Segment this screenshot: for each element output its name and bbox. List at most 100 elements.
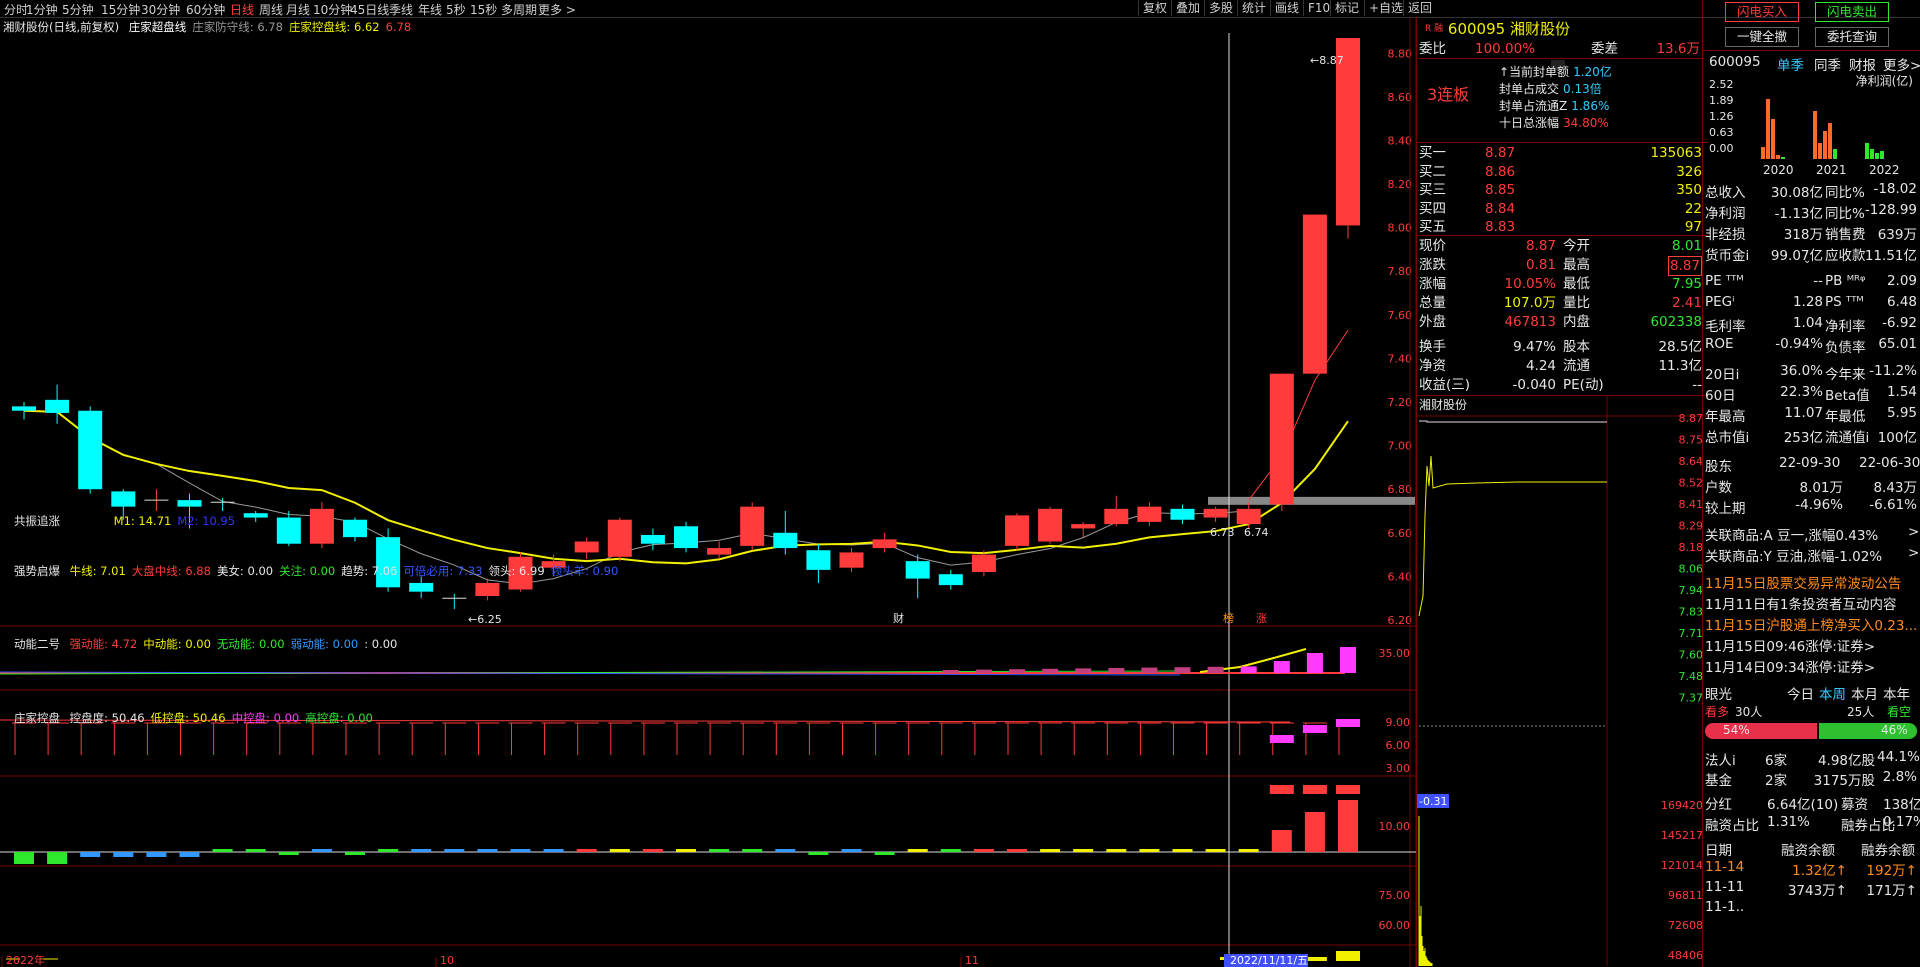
candle-body[interactable] [12,406,36,411]
period-tab-4[interactable]: 30分钟 [141,1,180,18]
toolbar-button-0[interactable]: 复权 [1138,0,1171,16]
kline-chart-svg[interactable]: 8.80 8.60 8.40 8.20 8.00 7.80 7.60 7.40 7.20 7.00… [0,17,1416,967]
finance-marker[interactable]: 财 [893,611,904,625]
news-item[interactable]: 11月11日有1条投资者互动内容 [1705,593,1896,613]
news-item[interactable]: 11月14日09:34涨停:证券> [1705,656,1875,676]
period-tab-12[interactable]: 年线 [418,1,442,18]
toolbar-button-8[interactable]: 返回 [1403,0,1436,16]
candle-body[interactable] [806,550,831,570]
related-commodity[interactable]: 关联商品:Y 豆油,涨幅-1.02% [1705,545,1882,565]
candle-body[interactable] [674,526,698,549]
candle-body[interactable] [1302,214,1327,374]
candle-body[interactable] [938,574,963,586]
candle-body[interactable] [409,582,434,592]
period-tab-13[interactable]: 5秒 [446,1,466,18]
profit-axis-tick: 0.00 [1709,142,1734,155]
news-item[interactable]: 11月15日09:46涨停:证券> [1705,635,1875,655]
list-marker[interactable]: 榜 [1223,611,1234,625]
related-commodity[interactable]: 关联商品:A 豆一,涨幅0.43% [1705,524,1878,544]
period-tab-6[interactable]: 日线 [230,1,254,18]
bid-row[interactable]: 买五 8.83 97 [1419,218,1704,236]
candle-body[interactable] [971,554,996,573]
mini-axis-tick: 7.37 [1679,692,1704,705]
toolbar-button-6[interactable]: 标记 [1330,0,1363,16]
intraday-mini-chart[interactable]: 8.87 8.75 8.64 8.52 8.41 8.29 8.18 8.06 7.94 7.83… [1417,396,1708,966]
holders-v1: -4.96% [1795,497,1843,513]
candle-body[interactable] [740,506,765,546]
candle-body[interactable] [1269,373,1294,505]
toolbar-button-3[interactable]: 统计 [1237,0,1270,16]
bid-row[interactable]: 买四 8.84 22 [1419,200,1704,218]
candle-body[interactable] [1005,515,1029,546]
candle-body[interactable] [1203,508,1228,518]
period-tab-14[interactable]: 15秒 [470,1,497,18]
flash-sell-button[interactable]: 闪电卖出 [1815,2,1889,22]
candle-body[interactable] [707,548,732,555]
candle-body[interactable] [276,517,301,544]
period-tab-10[interactable]: 45日线 [350,1,389,18]
bid-level: 买一 [1419,145,1446,161]
period-tab-0[interactable]: 分时 [4,1,28,18]
limit-up-marker[interactable]: 涨 [1256,612,1267,625]
fin-value: 36.0% [1780,363,1823,379]
indicator-1-legend: 共振追涨 M1: 14.71 M2: 10.95 [14,513,235,529]
candle-body[interactable] [640,534,665,544]
eye-tab-2[interactable]: 本月 [1851,683,1878,703]
period-tab-1[interactable]: 1分钟 [26,1,58,18]
stat-value-2: 602338 [1650,314,1702,330]
candle-body[interactable] [475,582,500,597]
flash-buy-button[interactable]: 闪电买入 [1725,2,1799,22]
bid-row[interactable]: 买三 8.85 350 [1419,181,1704,199]
candle-body[interactable] [343,519,367,538]
news-item[interactable]: 11月15日股票交易异常波动公告 [1705,572,1901,592]
candle-body[interactable] [872,539,897,549]
candle-body[interactable] [905,561,930,579]
candle-body[interactable] [839,552,864,568]
candle-body[interactable] [773,532,798,549]
candle-body[interactable] [574,541,599,553]
candle-body[interactable] [1071,524,1096,529]
kline-chart-area[interactable]: 8.80 8.60 8.40 8.20 8.00 7.80 7.60 7.40 7.20 7.00… [0,17,1416,967]
eye-tab-1[interactable]: 本周 [1819,683,1846,703]
candle-body[interactable] [78,410,103,490]
bid-row[interactable]: 买二 8.86 326 [1419,163,1704,181]
candle-body[interactable] [111,491,136,507]
candle-body[interactable] [45,399,70,413]
related-arrow[interactable]: > [1908,545,1919,561]
toolbar-button-4[interactable]: 画线 [1270,0,1303,16]
eye-tab-3[interactable]: 本年 [1883,683,1910,703]
candle-body[interactable] [243,513,268,518]
fin-key: 毛利率 [1705,319,1746,335]
candle-body[interactable] [1104,508,1129,525]
period-tab-16[interactable]: 更多 > [538,1,576,18]
eye-tab-0[interactable]: 今日 [1787,683,1814,703]
cancel-all-button[interactable]: 一键全撤 [1725,27,1799,47]
period-tab-2[interactable]: 5分钟 [62,1,94,18]
period-tab-7[interactable]: 周线 [259,1,283,18]
period-tab-8[interactable]: 月线 [286,1,310,18]
finance-tab-0[interactable]: 600095 [1709,54,1761,70]
candle-body[interactable] [1170,508,1195,520]
candle-body[interactable] [177,500,202,507]
p2-legend-item: 领头: 6.99 [488,564,545,578]
p3-bar [1007,849,1027,852]
candle-body[interactable] [1038,508,1063,542]
candle-body[interactable] [309,508,334,544]
candle-body[interactable] [1137,506,1162,522]
period-tab-11[interactable]: 季线 [389,1,413,18]
toolbar-button-1[interactable]: 叠加 [1171,0,1204,16]
period-tab-5[interactable]: 60分钟 [186,1,225,18]
expand-chevron[interactable]: ⌄ [1803,255,1811,266]
period-tab-3[interactable]: 15分钟 [101,1,140,18]
toolbar-button-2[interactable]: 多股 [1204,0,1237,16]
news-item[interactable]: 11月15日沪股通上榜净买入0.23... [1705,614,1917,634]
candle-body[interactable] [607,519,632,557]
candle-body[interactable] [1236,508,1261,525]
order-query-button[interactable]: 委托查询 [1815,27,1889,47]
related-arrow[interactable]: > [1908,524,1919,540]
bid-row[interactable]: 买一 8.87 135063 [1419,144,1704,162]
toolbar-button-7[interactable]: +自选 [1364,0,1407,16]
period-tab-15[interactable]: 多周期 [501,1,537,18]
p3-bar [874,852,895,855]
period-tab-9[interactable]: 10分钟 [313,1,352,18]
